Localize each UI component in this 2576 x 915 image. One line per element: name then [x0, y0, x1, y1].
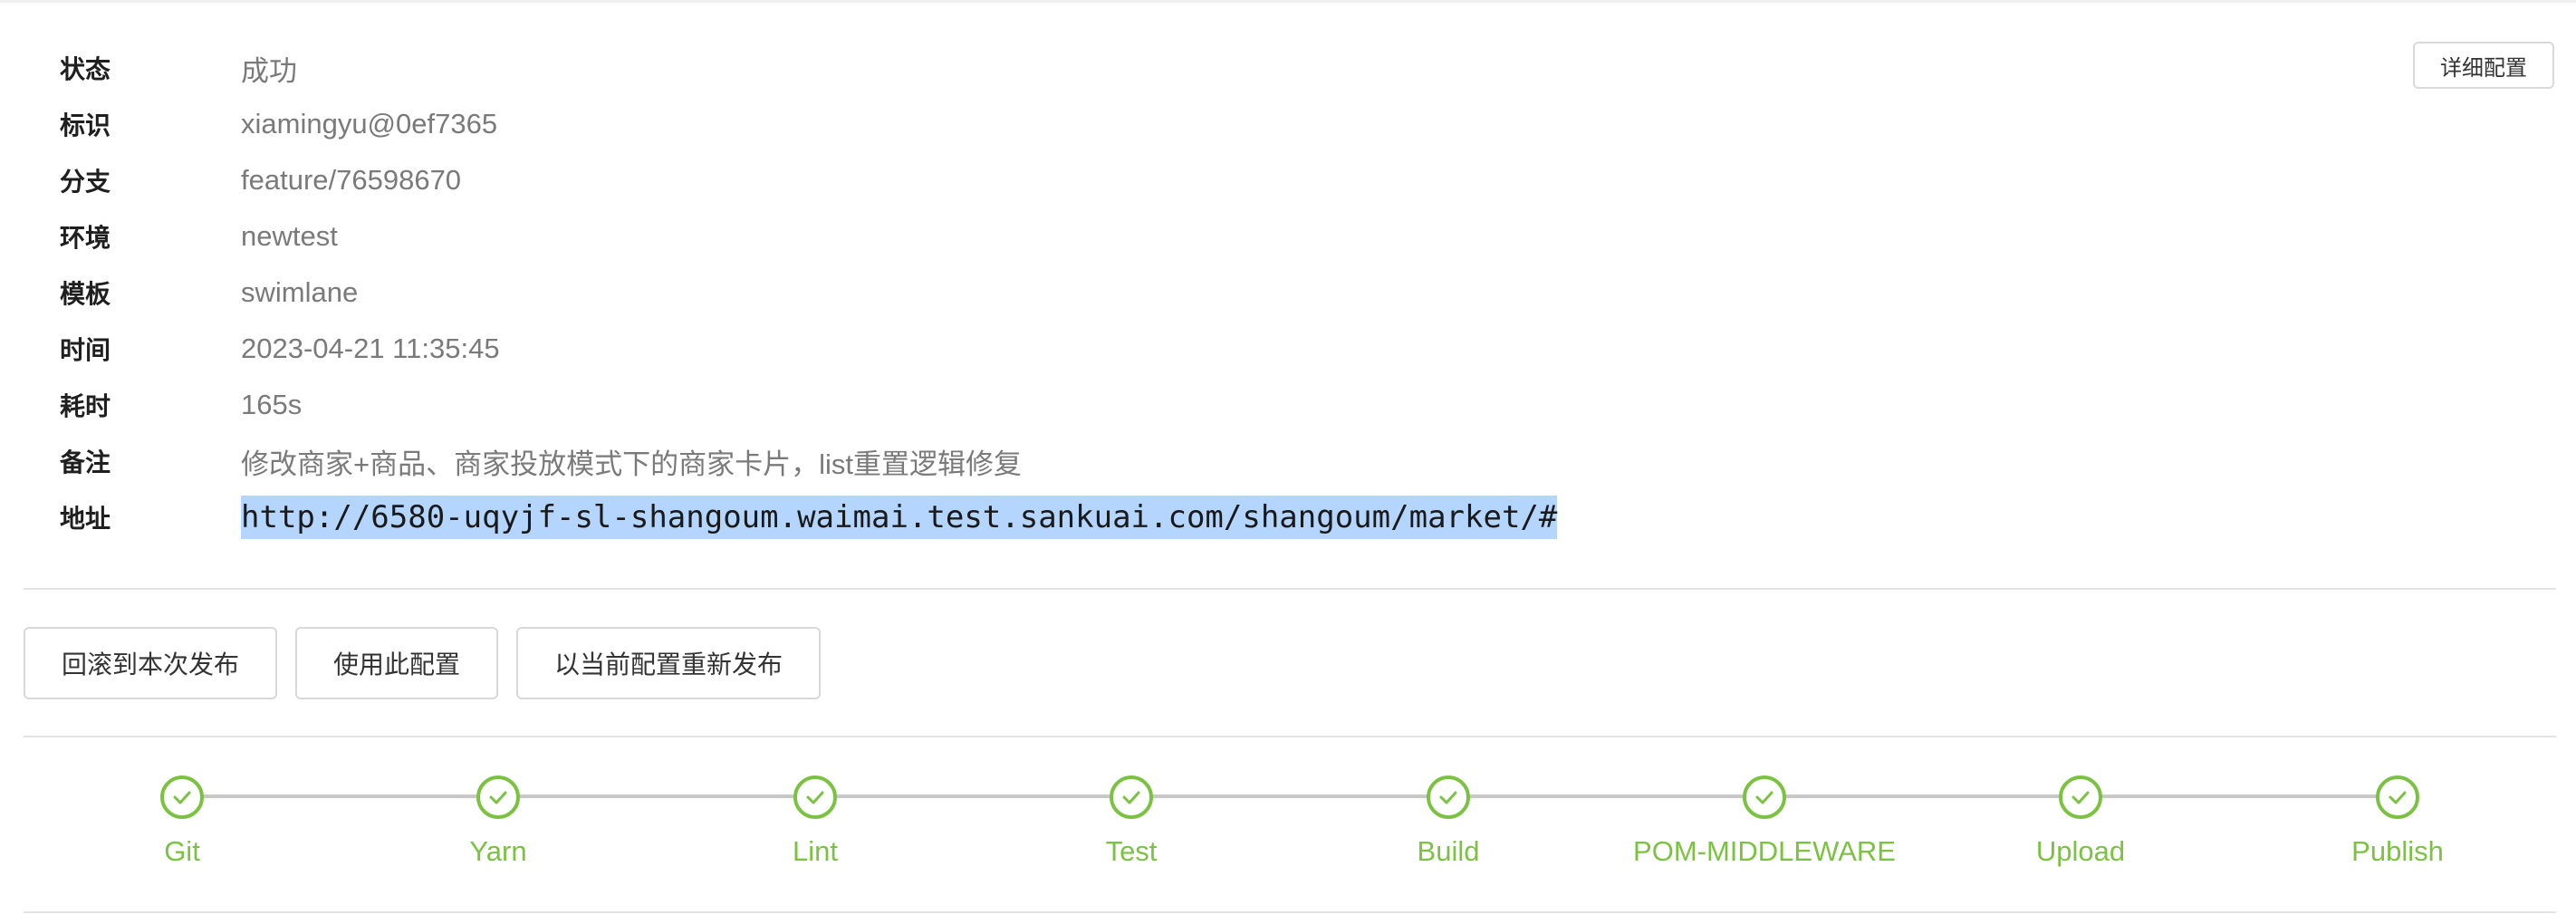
- info-row-duration: 耗时 165s: [60, 377, 1600, 433]
- check-circle-icon: [1743, 775, 1786, 819]
- check-circle-icon: [793, 775, 837, 819]
- info-row-status: 状态 成功: [60, 40, 1600, 96]
- pipeline-step-test[interactable]: Test: [986, 770, 1276, 868]
- time-value: 2023-04-21 11:35:45: [241, 332, 500, 364]
- template-value: swimlane: [241, 276, 359, 308]
- time-label: 时间: [60, 335, 111, 365]
- pipeline-step-lint[interactable]: Lint: [670, 770, 960, 868]
- check-circle-icon: [476, 775, 520, 819]
- step-label: Publish: [2351, 835, 2444, 867]
- step-label: Build: [1417, 835, 1480, 867]
- remark-label: 备注: [60, 448, 111, 477]
- check-circle-icon: [1110, 775, 1153, 819]
- branch-value: feature/76598670: [241, 164, 462, 196]
- info-row-branch: 分支 feature/76598670: [60, 152, 1600, 208]
- status-label: 状态: [60, 54, 111, 84]
- check-circle-icon: [2376, 775, 2419, 819]
- identifier-value: xiamingyu@0ef7365: [241, 108, 498, 140]
- check-circle-icon: [2059, 775, 2102, 819]
- step-label: POM-MIDDLEWARE: [1633, 835, 1896, 867]
- info-row-template: 模板 swimlane: [60, 265, 1600, 321]
- pipeline-step-yarn[interactable]: Yarn: [353, 770, 643, 868]
- step-label: Lint: [793, 835, 838, 867]
- branch-label: 分支: [60, 167, 111, 197]
- redeploy-button[interactable]: 以当前配置重新发布: [516, 627, 821, 699]
- top-border: [0, 0, 2576, 3]
- info-row-address: 地址 http://6580-uqyjf-sl-shangoum.waimai.…: [60, 489, 1600, 545]
- pipeline-step-upload[interactable]: Upload: [1936, 770, 2225, 868]
- info-row-identifier: 标识 xiamingyu@0ef7365: [60, 96, 1600, 152]
- step-label: Upload: [2035, 835, 2126, 867]
- info-row-remark: 备注 修改商家+商品、商家投放模式下的商家卡片，list重置逻辑修复: [60, 433, 1600, 489]
- address-link[interactable]: http://6580-uqyjf-sl-shangoum.waimai.tes…: [241, 496, 1558, 539]
- pipeline-step-build[interactable]: Build: [1303, 770, 1593, 868]
- divider-top: [24, 588, 2556, 590]
- rollback-button[interactable]: 回滚到本次发布: [24, 627, 277, 699]
- info-row-time: 时间 2023-04-21 11:35:45: [60, 321, 1600, 377]
- remark-value: 修改商家+商品、商家投放模式下的商家卡片，list重置逻辑修复: [241, 448, 1022, 480]
- template-label: 模板: [60, 279, 111, 309]
- environment-value: newtest: [241, 220, 338, 252]
- divider-bottom: [24, 911, 2556, 913]
- pipeline-step-git[interactable]: Git: [37, 770, 327, 868]
- status-value: 成功: [241, 54, 297, 87]
- step-label: Yarn: [469, 835, 527, 867]
- check-circle-icon: [160, 775, 204, 819]
- step-label: Test: [1105, 835, 1158, 867]
- identifier-label: 标识: [60, 111, 111, 140]
- environment-label: 环境: [60, 223, 111, 253]
- address-label: 地址: [60, 504, 111, 534]
- divider-middle: [24, 736, 2556, 737]
- pipeline-step-pom-middleware[interactable]: POM-MIDDLEWARE: [1620, 770, 1909, 868]
- duration-value: 165s: [241, 389, 303, 420]
- info-row-environment: 环境 newtest: [60, 208, 1600, 265]
- detail-config-button[interactable]: 详细配置: [2413, 42, 2554, 89]
- step-label: Git: [164, 835, 200, 867]
- duration-label: 耗时: [60, 391, 111, 421]
- pipeline-step-publish[interactable]: Publish: [2253, 770, 2542, 868]
- pipeline-steps: Git Yarn Lint Test Build POM-MIDDLEWARE: [0, 770, 2576, 879]
- check-circle-icon: [1427, 775, 1470, 819]
- use-config-button[interactable]: 使用此配置: [295, 627, 498, 699]
